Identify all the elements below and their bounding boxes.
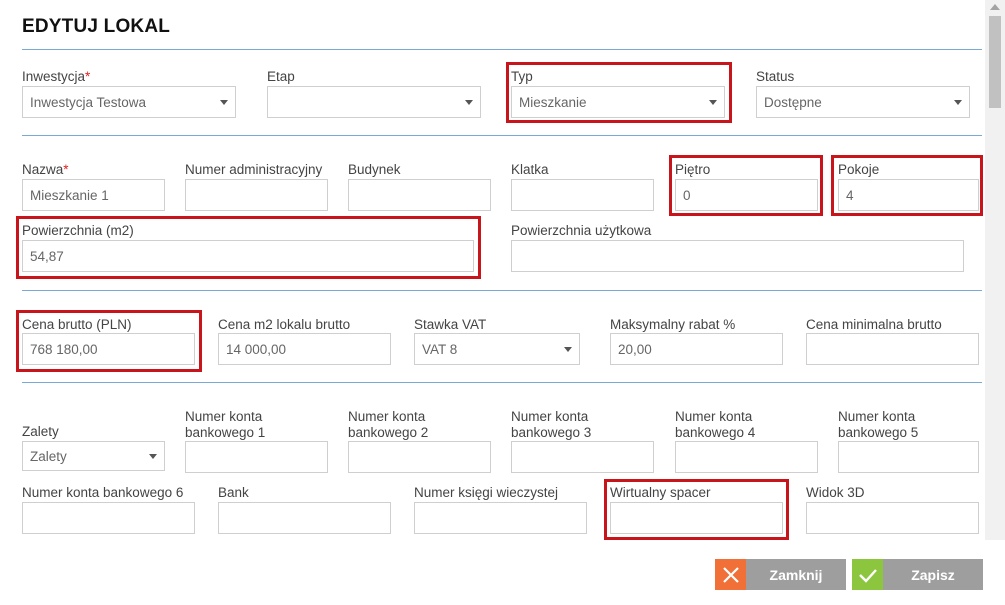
view-3d-input[interactable] [806, 502, 979, 534]
save-button[interactable]: Zapisz [852, 559, 983, 590]
bank-account-2-input[interactable] [348, 441, 491, 473]
staircase-input[interactable] [511, 179, 654, 211]
highlight-box [506, 62, 732, 123]
usable-area-input[interactable] [511, 240, 964, 272]
investment-label: Inwestycja* [22, 69, 91, 84]
bank-account-3-input[interactable] [511, 441, 654, 473]
stage-select[interactable] [267, 86, 481, 118]
save-button-label: Zapisz [911, 566, 955, 583]
highlight-box [669, 155, 823, 216]
page-title: EDYTUJ LOKAL [22, 16, 171, 37]
status-label: Status [756, 69, 795, 84]
close-button[interactable]: Zamknij [715, 559, 846, 590]
advantages-label: Zalety [22, 424, 59, 439]
name-label: Nazwa* [22, 162, 69, 177]
bank-account-1-label: Numer konta bankowego 1 [185, 409, 266, 440]
bank-account-5-label: Numer konta bankowego 5 [838, 409, 919, 440]
scroll-up-arrow-icon[interactable] [990, 4, 1000, 10]
bank-account-6-label: Numer konta bankowego 6 [22, 485, 184, 500]
bank-account-5-input[interactable] [838, 441, 979, 473]
max-discount-input[interactable]: 20,00 [610, 333, 783, 365]
chevron-down-icon [954, 99, 962, 105]
name-input[interactable]: Mieszkanie 1 [22, 179, 165, 211]
chevron-down-icon [149, 453, 157, 459]
section-divider [22, 290, 982, 291]
min-gross-price-label: Cena minimalna brutto [806, 317, 942, 332]
admin-number-input[interactable] [185, 179, 328, 211]
status-select[interactable]: Dostępne [756, 86, 970, 118]
chevron-down-icon [564, 346, 572, 352]
scroll-thumb[interactable] [989, 16, 1001, 108]
min-gross-price-input[interactable] [806, 333, 979, 365]
section-divider [22, 49, 982, 50]
bank-account-6-input[interactable] [22, 502, 195, 534]
vertical-scrollbar[interactable] [985, 0, 1005, 540]
investment-select[interactable]: Inwestycja Testowa [22, 86, 236, 118]
chevron-down-icon [220, 99, 228, 105]
vat-rate-label: Stawka VAT [414, 317, 487, 332]
staircase-label: Klatka [511, 162, 549, 177]
land-register-input[interactable] [414, 502, 587, 534]
stage-label: Etap [267, 69, 295, 84]
section-divider [22, 382, 982, 383]
checkmark-icon [852, 559, 883, 590]
admin-number-label: Numer administracyjny [185, 162, 323, 177]
highlight-box [831, 155, 983, 216]
bank-account-4-label: Numer konta bankowego 4 [675, 409, 756, 440]
bank-account-3-label: Numer konta bankowego 3 [511, 409, 592, 440]
highlight-box [16, 216, 481, 279]
land-register-label: Numer księgi wieczystej [414, 485, 559, 500]
bank-account-2-label: Numer konta bankowego 2 [348, 409, 429, 440]
bank-account-4-input[interactable] [675, 441, 818, 473]
vat-rate-select[interactable]: VAT 8 [414, 333, 580, 365]
building-input[interactable] [348, 179, 491, 211]
bank-account-1-input[interactable] [185, 441, 328, 473]
price-m2-label: Cena m2 lokalu brutto [218, 317, 351, 332]
section-divider [22, 135, 982, 136]
price-m2-input[interactable]: 14 000,00 [218, 333, 391, 365]
advantages-select[interactable]: Zalety [22, 441, 165, 471]
close-button-label: Zamknij [769, 566, 823, 583]
usable-area-label: Powierzchnia użytkowa [511, 223, 652, 238]
view-3d-label: Widok 3D [806, 485, 865, 500]
highlight-box [16, 310, 202, 372]
highlight-box [604, 479, 789, 540]
max-discount-label: Maksymalny rabat % [610, 317, 736, 332]
chevron-down-icon [465, 99, 473, 105]
building-label: Budynek [348, 162, 401, 177]
close-icon [715, 559, 746, 590]
bank-input[interactable] [218, 502, 391, 534]
bank-label: Bank [218, 485, 249, 500]
